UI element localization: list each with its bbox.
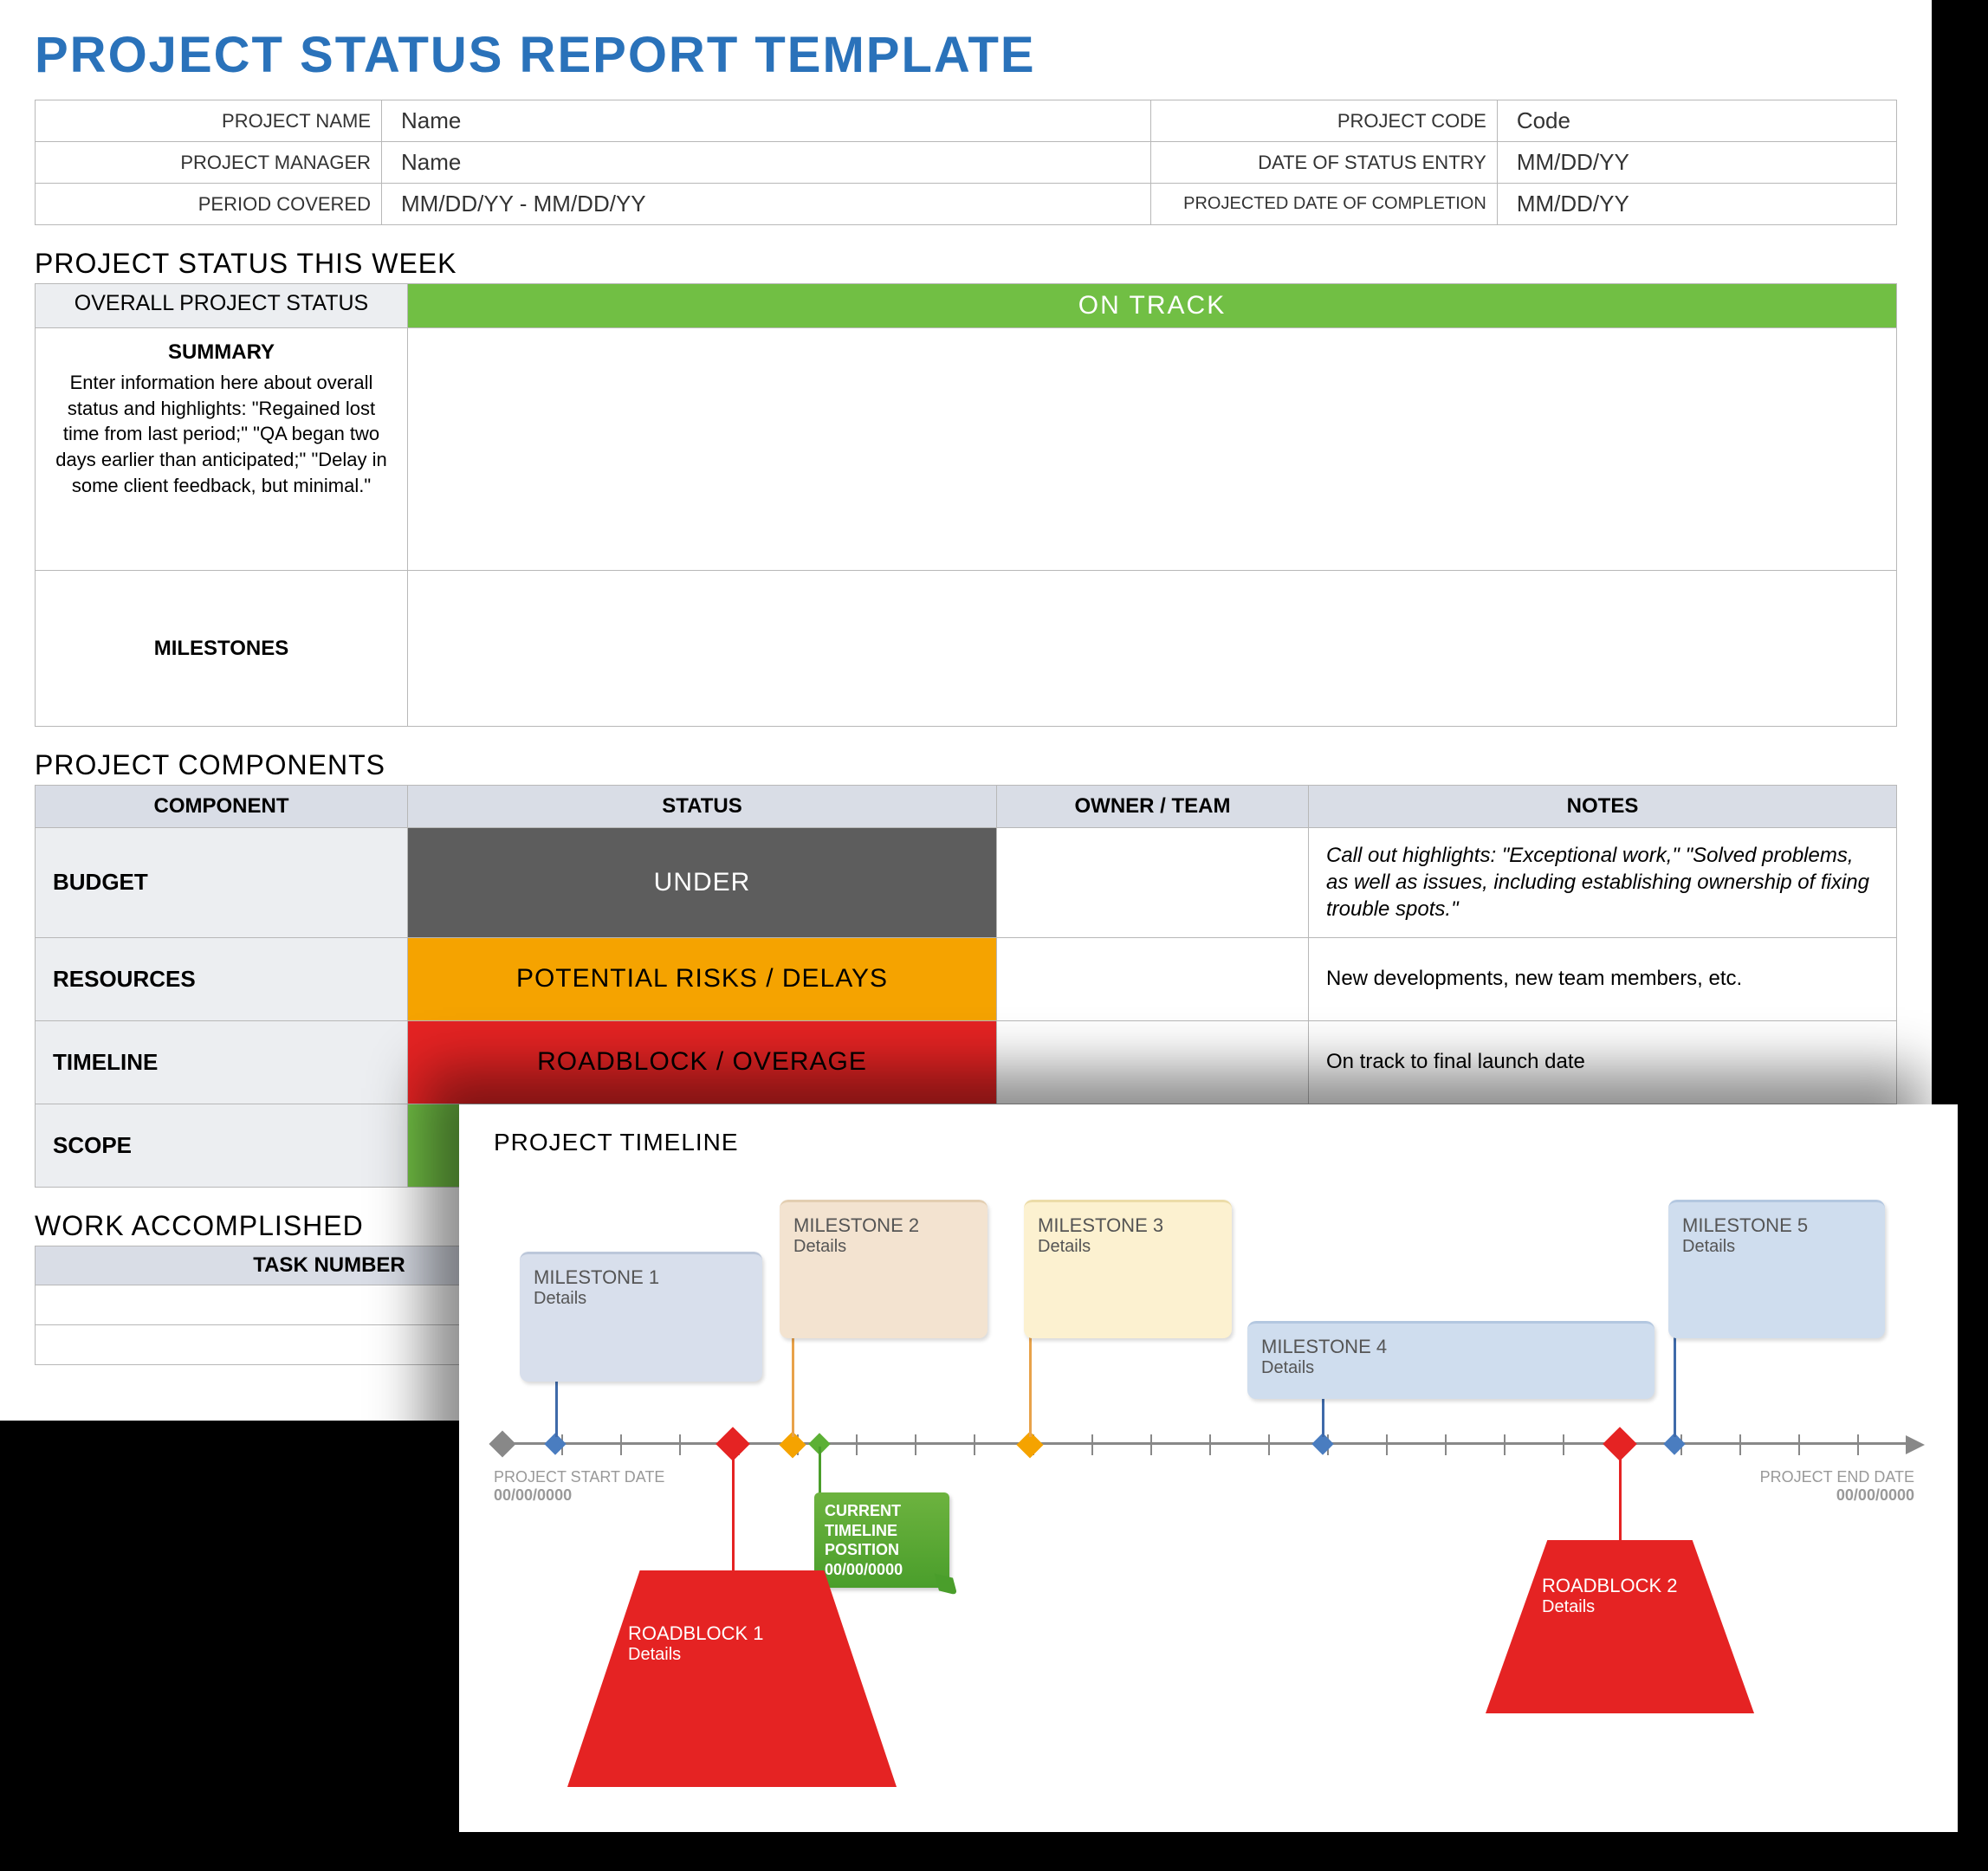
- milestone-4-card[interactable]: MILESTONE 4 Details: [1247, 1321, 1655, 1399]
- notes-budget[interactable]: Call out highlights: "Exceptional work,"…: [1309, 828, 1897, 938]
- label-period-covered: PERIOD COVERED: [36, 184, 382, 225]
- marker-start-icon: [489, 1430, 515, 1457]
- owner-timeline[interactable]: [997, 1020, 1309, 1104]
- roadblock-1[interactable]: ROADBLOCK 1 Details: [567, 1570, 897, 1787]
- status-resources[interactable]: POTENTIAL RISKS / DELAYS: [408, 937, 997, 1020]
- start-date-label: PROJECT START DATE 00/00/0000: [494, 1468, 664, 1505]
- label-project-manager: PROJECT MANAGER: [36, 142, 382, 184]
- row-resources: RESOURCES POTENTIAL RISKS / DELAYS New d…: [36, 937, 1897, 1020]
- heading-timeline: PROJECT TIMELINE: [494, 1129, 1923, 1156]
- col-status: STATUS: [408, 786, 997, 828]
- value-date-status-entry[interactable]: MM/DD/YY: [1497, 142, 1896, 184]
- value-milestones[interactable]: [408, 571, 1897, 727]
- timeline-card: PROJECT TIMELINE PROJECT START DATE 00/0…: [459, 1104, 1958, 1832]
- end-date-label: PROJECT END DATE 00/00/0000: [1760, 1468, 1914, 1505]
- milestone-3-card[interactable]: MILESTONE 3 Details: [1024, 1200, 1232, 1338]
- value-summary[interactable]: [408, 328, 1897, 571]
- label-project-name: PROJECT NAME: [36, 100, 382, 142]
- axis-arrow-icon: [1906, 1435, 1925, 1454]
- milestone-5-card[interactable]: MILESTONE 5 Details: [1668, 1200, 1885, 1338]
- notes-timeline[interactable]: On track to final launch date: [1309, 1020, 1897, 1104]
- status-timeline[interactable]: ROADBLOCK / OVERAGE: [408, 1020, 997, 1104]
- label-date-status-entry: DATE OF STATUS ENTRY: [1150, 142, 1497, 184]
- heading-components: PROJECT COMPONENTS: [35, 749, 1897, 781]
- value-overall-status[interactable]: ON TRACK: [408, 284, 1897, 328]
- label-summary: SUMMARY Enter information here about ove…: [36, 328, 408, 571]
- milestone-2-card[interactable]: MILESTONE 2 Details: [780, 1200, 988, 1338]
- row-budget: BUDGET UNDER Call out highlights: "Excep…: [36, 828, 1897, 938]
- timeline-stage: PROJECT START DATE 00/00/0000 PROJECT EN…: [494, 1165, 1923, 1823]
- owner-budget[interactable]: [997, 828, 1309, 938]
- col-notes: NOTES: [1309, 786, 1897, 828]
- value-project-name[interactable]: Name: [382, 100, 1151, 142]
- owner-resources[interactable]: [997, 937, 1309, 1020]
- value-project-manager[interactable]: Name: [382, 142, 1151, 184]
- col-owner: OWNER / TEAM: [997, 786, 1309, 828]
- value-project-code[interactable]: Code: [1497, 100, 1896, 142]
- value-projected-completion[interactable]: MM/DD/YY: [1497, 184, 1896, 225]
- label-milestones: MILESTONES: [36, 571, 408, 727]
- roadblock-2[interactable]: ROADBLOCK 2 Details: [1486, 1540, 1754, 1713]
- project-info-grid: PROJECT NAME Name PROJECT CODE Code PROJ…: [35, 100, 1897, 225]
- heading-status-week: PROJECT STATUS THIS WEEK: [35, 248, 1897, 280]
- notes-resources[interactable]: New developments, new team members, etc.: [1309, 937, 1897, 1020]
- page-title: PROJECT STATUS REPORT TEMPLATE: [35, 26, 1897, 84]
- label-project-code: PROJECT CODE: [1150, 100, 1497, 142]
- timeline-axis: [502, 1442, 1914, 1445]
- label-overall-status: OVERALL PROJECT STATUS: [36, 284, 408, 328]
- label-projected-completion: PROJECTED DATE OF COMPLETION: [1150, 184, 1497, 225]
- value-period-covered[interactable]: MM/DD/YY - MM/DD/YY: [382, 184, 1151, 225]
- milestone-1-card[interactable]: MILESTONE 1 Details: [520, 1252, 762, 1382]
- row-timeline: TIMELINE ROADBLOCK / OVERAGE On track to…: [36, 1020, 1897, 1104]
- col-component: COMPONENT: [36, 786, 408, 828]
- status-week-table: OVERALL PROJECT STATUS ON TRACK SUMMARY …: [35, 283, 1897, 727]
- status-budget[interactable]: UNDER: [408, 828, 997, 938]
